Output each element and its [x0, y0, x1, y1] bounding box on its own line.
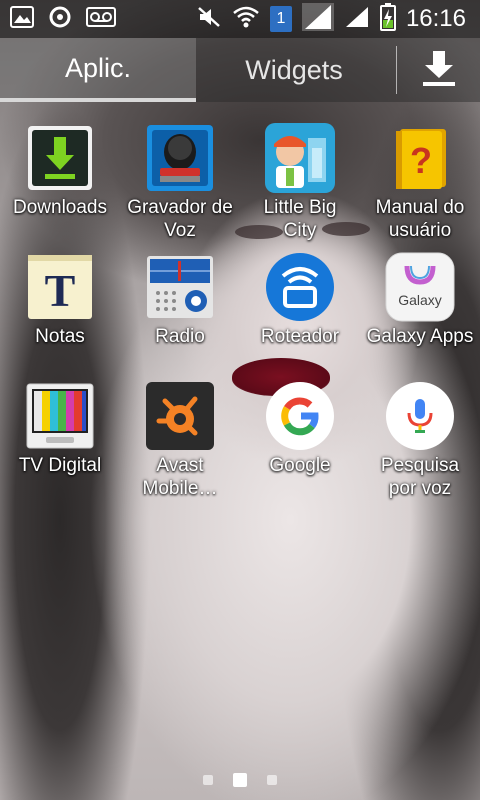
status-bar-notifications — [0, 5, 116, 34]
sync-icon — [48, 5, 72, 34]
app-avast[interactable]: Avast Mobile… — [120, 376, 240, 505]
app-notes[interactable]: T Notas — [0, 247, 120, 376]
app-label: Manual do usuário — [375, 197, 465, 241]
app-label: Radio — [155, 326, 205, 347]
clock: 16:16 — [405, 5, 466, 32]
app-router[interactable]: Roteador — [240, 247, 360, 376]
app-downloads[interactable]: Downloads — [0, 118, 120, 247]
app-label: TV Digital — [18, 455, 102, 476]
notes-icon: T — [24, 251, 96, 323]
app-little-big-city[interactable]: Little Big City — [240, 118, 360, 247]
voicemail-icon — [86, 6, 116, 32]
page-indicator — [0, 768, 480, 792]
page-dot-1[interactable] — [203, 775, 213, 785]
status-bar: 1 16:16 — [0, 0, 480, 38]
app-label: Little Big City — [263, 197, 337, 241]
app-voice-recorder[interactable]: Gravador de Voz — [120, 118, 240, 247]
download-icon — [420, 49, 458, 92]
tab-apps[interactable]: Aplic. — [0, 38, 196, 102]
app-label: Notas — [35, 326, 85, 347]
wifi-icon — [232, 5, 260, 34]
status-bar-system: 1 16:16 — [196, 2, 480, 36]
little-big-city-icon — [264, 122, 336, 194]
radio-icon — [144, 251, 216, 323]
galaxy-text: Galaxy — [398, 292, 442, 308]
drawer-tabs: Aplic. Widgets — [0, 38, 480, 102]
app-radio[interactable]: Radio — [120, 247, 240, 376]
manual-icon: ? — [384, 122, 456, 194]
page-dot-3[interactable] — [267, 775, 277, 785]
app-label: Pesquisa por voz — [380, 455, 460, 499]
battery-charging-icon — [379, 2, 396, 36]
tab-widgets[interactable]: Widgets — [196, 38, 392, 102]
avast-icon — [144, 380, 216, 452]
app-google[interactable]: Google — [240, 376, 360, 505]
router-icon — [264, 251, 336, 323]
app-galaxy-apps[interactable]: Galaxy Galaxy Apps — [360, 247, 480, 376]
notes-letter: T — [45, 265, 76, 316]
galaxy-apps-icon: Galaxy — [384, 251, 456, 323]
google-icon — [264, 380, 336, 452]
manual-question-mark: ? — [410, 140, 432, 181]
sim-slot-badge: 1 — [269, 6, 292, 32]
mute-icon — [196, 5, 222, 34]
app-user-manual[interactable]: ? Manual do usuário — [360, 118, 480, 247]
app-label: Downloads — [13, 197, 107, 218]
app-label: Google — [269, 455, 331, 476]
app-label: Roteador — [260, 326, 340, 347]
app-grid: Downloads Gravador de Voz Little Big Cit… — [0, 118, 480, 505]
app-voice-search[interactable]: Pesquisa por voz — [360, 376, 480, 505]
app-label: Galaxy Apps — [366, 326, 474, 347]
download-button[interactable] — [397, 38, 480, 102]
signal-icon-secondary — [344, 5, 370, 34]
voice-recorder-icon — [144, 122, 216, 194]
signal-icon — [301, 2, 334, 36]
app-label: Gravador de Voz — [127, 197, 233, 241]
app-tv-digital[interactable]: TV Digital — [0, 376, 120, 505]
downloads-icon — [24, 122, 96, 194]
tv-digital-icon — [24, 380, 96, 452]
voice-search-icon — [384, 380, 456, 452]
app-label: Avast Mobile… — [142, 455, 218, 499]
page-dot-2[interactable] — [233, 773, 247, 787]
gallery-icon — [10, 5, 34, 33]
